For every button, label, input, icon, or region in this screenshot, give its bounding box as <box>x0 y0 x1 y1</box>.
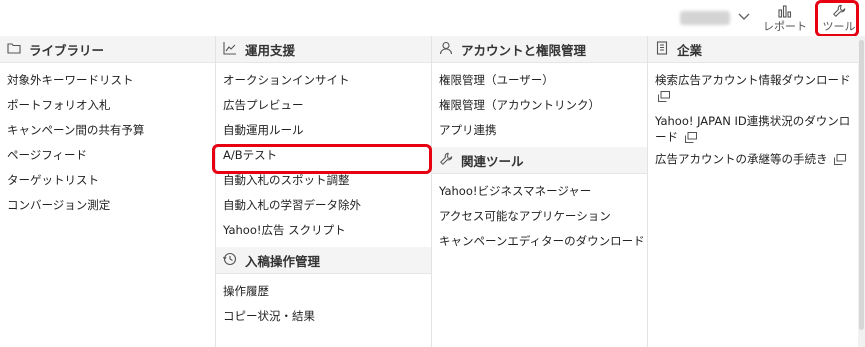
menu-item-user-permissions[interactable]: 権限管理（ユーザー） <box>432 72 647 88</box>
company-title: 企業 <box>677 42 703 58</box>
menu-item-target-list[interactable]: ターゲットリスト <box>0 172 215 188</box>
company-header: 企業 <box>648 36 858 63</box>
account-permissions-column: アカウントと権限管理 権限管理（ユーザー） 権限管理（アカウントリンク） アプリ… <box>431 36 647 347</box>
library-header: ライブラリー <box>0 36 215 63</box>
menu-item-label: 検索広告アカウント情報ダウンロード <box>655 73 851 87</box>
wrench-icon <box>439 152 455 168</box>
related-tools-header: 関連ツール <box>432 147 647 174</box>
menu-item-operation-history[interactable]: 操作履歴 <box>216 283 431 299</box>
account-permissions-title: アカウントと権限管理 <box>461 42 587 58</box>
menu-item-accessible-apps[interactable]: アクセス可能なアプリケーション <box>432 208 647 224</box>
menu-item-ab-test[interactable]: A/Bテスト <box>216 147 431 163</box>
wrench-icon <box>833 4 846 17</box>
menu-item-page-feed[interactable]: ページフィード <box>0 147 215 163</box>
company-column: 企業 検索広告アカウント情報ダウンロード Yahoo! JAPAN ID連携状況… <box>647 36 858 347</box>
chevron-down-icon[interactable] <box>737 9 751 23</box>
external-window-icon <box>684 132 697 143</box>
external-window-icon <box>834 154 847 165</box>
menu-item-copy-status[interactable]: コピー状況・結果 <box>216 308 431 324</box>
menu-item-account-succession[interactable]: 広告アカウントの承継等の手続き <box>648 151 858 167</box>
tool-label: ツール <box>822 20 856 33</box>
menu-item-app-integration[interactable]: アプリ連携 <box>432 122 647 138</box>
operation-support-title: 運用支援 <box>245 42 296 58</box>
library-column: ライブラリー 対象外キーワードリスト ポートフォリオ入札 キャンペーン間の共有予… <box>0 36 215 347</box>
operation-support-column: 運用支援 オークションインサイト 広告プレビュー 自動運用ルール A/Bテスト … <box>215 36 431 347</box>
submission-management-header: 入稿操作管理 <box>216 247 431 274</box>
history-icon <box>223 252 239 268</box>
external-window-icon <box>658 91 670 102</box>
menu-item-auction-insights[interactable]: オークションインサイト <box>216 72 431 88</box>
menu-item-portfolio-bidding[interactable]: ポートフォリオ入札 <box>0 97 215 113</box>
account-permissions-header: アカウントと権限管理 <box>432 36 647 63</box>
menu-item-automated-rules[interactable]: 自動運用ルール <box>216 122 431 138</box>
scrollbar-thumb[interactable] <box>859 40 864 330</box>
folder-icon <box>7 41 23 57</box>
menu-item-ads-script[interactable]: Yahoo!広告 スクリプト <box>216 222 431 238</box>
menu-item-ad-preview[interactable]: 広告プレビュー <box>216 97 431 113</box>
menu-item-campaign-editor-download[interactable]: キャンペーンエディターのダウンロード <box>432 233 647 249</box>
person-icon <box>439 41 455 57</box>
menu-item-label: 広告アカウントの承継等の手続き <box>655 152 828 166</box>
menu-item-shared-budget[interactable]: キャンペーン間の共有予算 <box>0 122 215 138</box>
line-chart-icon <box>223 41 239 57</box>
library-title: ライブラリー <box>29 42 105 58</box>
report-button[interactable]: レポート <box>760 4 810 34</box>
top-bar: レポート ツール <box>0 0 865 37</box>
related-tools-title: 関連ツール <box>461 153 524 169</box>
report-label: レポート <box>763 20 807 33</box>
operation-support-header: 運用支援 <box>216 36 431 63</box>
submission-management-title: 入稿操作管理 <box>245 253 321 269</box>
building-icon <box>655 41 671 57</box>
bar-chart-icon <box>778 5 792 18</box>
menu-item-learning-data-exclusion[interactable]: 自動入札の学習データ除外 <box>216 197 431 213</box>
menu-item-search-account-download[interactable]: 検索広告アカウント情報ダウンロード <box>648 72 858 104</box>
account-name-redacted[interactable] <box>680 11 730 25</box>
tools-menu: ライブラリー 対象外キーワードリスト ポートフォリオ入札 キャンペーン間の共有予… <box>0 36 865 347</box>
menu-item-excluded-keywords[interactable]: 対象外キーワードリスト <box>0 72 215 88</box>
menu-item-yahoo-id-link-download[interactable]: Yahoo! JAPAN ID連携状況のダウンロード <box>648 113 858 145</box>
menu-item-bid-spot-adjustment[interactable]: 自動入札のスポット調整 <box>216 172 431 188</box>
menu-item-conversion-tracking[interactable]: コンバージョン測定 <box>0 197 215 213</box>
menu-item-business-manager[interactable]: Yahoo!ビジネスマネージャー <box>432 183 647 199</box>
menu-item-account-link-permissions[interactable]: 権限管理（アカウントリンク） <box>432 97 647 113</box>
tool-button[interactable]: ツール <box>817 4 861 34</box>
